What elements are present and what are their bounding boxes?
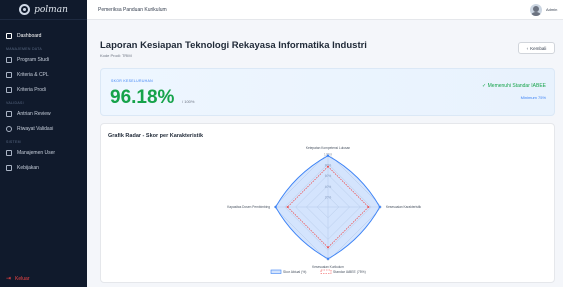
sidebar-item-riwayat-validasi[interactable]: Riwayat Validasi [0, 123, 87, 135]
brand[interactable]: polman [0, 0, 87, 20]
topbar: Pemeriksa Panduan Kurikulum Admin [87, 0, 563, 20]
status-badge: ✓ Memenuhi Standar IABEE [482, 83, 546, 89]
brand-logo-icon [19, 4, 31, 15]
legend-label-standard: Standar IABEE (75%) [333, 270, 366, 274]
back-button-label: Kembali [530, 45, 547, 51]
score-max: / 100% [182, 99, 195, 104]
sidebar-section-validasi: VALIDASI [6, 101, 24, 105]
sidebar-item-program-studi[interactable]: Program Studi [0, 54, 87, 66]
score-label: SKOR KESELURUHAN [111, 79, 153, 83]
legend-label-actual: Skor Aktual (%) [283, 270, 306, 274]
sidebar-item-kebijakan[interactable]: Kebijakan [0, 162, 87, 174]
radar-axis-label: Kesesuaian Kurikulum [312, 265, 344, 269]
minimum-label: Minimum 75% [520, 95, 546, 100]
clock-icon [6, 126, 12, 132]
sidebar-item-kriteria-prodi[interactable]: Kriteria Prodi [0, 84, 87, 96]
inbox-icon [6, 111, 12, 117]
radar-axis-label: Ketepatan Kompetensi Lulusan [306, 146, 351, 150]
sidebar-item-label: Antrian Review [17, 111, 51, 117]
radar-point [274, 205, 277, 209]
legend-swatch-standard [320, 269, 332, 274]
legend-swatch-actual [270, 269, 282, 274]
logout-icon: ⇥ [6, 276, 12, 282]
user-name[interactable]: Admin [546, 7, 557, 12]
sidebar-item-label: Riwayat Validasi [17, 126, 54, 132]
radar-series-actual [275, 155, 381, 260]
file-icon [6, 165, 12, 171]
radar-point [327, 246, 329, 249]
back-button[interactable]: ‹ Kembali [518, 42, 555, 54]
score-value: 96.18% [110, 87, 175, 108]
document-icon [6, 72, 12, 78]
score-card: SKOR KESELURUHAN 96.18% / 100% ✓ Memenuh… [100, 68, 555, 116]
chevron-left-icon: ‹ [526, 45, 529, 51]
radar-axis-label: Kesesuaian Karakteristik [386, 205, 421, 209]
sidebar-item-kriteria-cpl[interactable]: Kriteria & CPL [0, 69, 87, 81]
brand-name: polman [34, 4, 68, 15]
sidebar-item-label: Kebijakan [17, 165, 39, 171]
sidebar-item-antrian-review[interactable]: Antrian Review [0, 108, 87, 120]
radar-point [326, 257, 330, 261]
radar-point [326, 154, 330, 157]
radar-point [378, 205, 382, 209]
radar-axis-label: Kapasitas Dosen Pembimbing [227, 205, 270, 209]
avatar[interactable] [530, 4, 542, 16]
chart-card: Grafik Radar - Skor per Karakteristik 20… [100, 123, 555, 283]
users-icon [6, 150, 12, 156]
sidebar-item-label: Kriteria & CPL [17, 72, 49, 78]
logout-label: Keluar [15, 275, 30, 282]
radar-point [367, 206, 370, 208]
sidebar-item-dashboard[interactable]: Dashboard [0, 30, 87, 42]
radar-point [286, 206, 289, 208]
radar-chart: 20%40%60%80%100%Ketepatan Kompetensi Lul… [227, 146, 421, 274]
sidebar-item-manajemen-user[interactable]: Manajemen User [0, 147, 87, 159]
sidebar-section-sistem: SISTEM [6, 140, 21, 144]
topbar-title: Pemeriksa Panduan Kurikulum [98, 7, 167, 13]
sidebar: polman Dashboard MANAJEMEN DATA Program … [0, 0, 87, 287]
sidebar-section-master: MANAJEMEN DATA [6, 47, 42, 51]
page-title: Laporan Kesiapan Teknologi Rekayasa Info… [100, 40, 367, 51]
radar-point [327, 165, 329, 168]
list-icon [6, 87, 12, 93]
sidebar-nav: Dashboard MANAJEMEN DATA Program Studi K… [0, 20, 87, 174]
home-icon [6, 33, 12, 39]
sidebar-item-label: Kriteria Prodi [17, 87, 46, 93]
building-icon [6, 57, 12, 63]
sidebar-item-label: Manajemen User [17, 150, 56, 156]
page-subtitle: Kode Prodi: TRIM [100, 53, 132, 58]
sidebar-item-label: Dashboard [17, 33, 42, 39]
logout-button[interactable]: ⇥ Keluar [6, 275, 30, 283]
sidebar-item-label: Program Studi [17, 57, 49, 63]
